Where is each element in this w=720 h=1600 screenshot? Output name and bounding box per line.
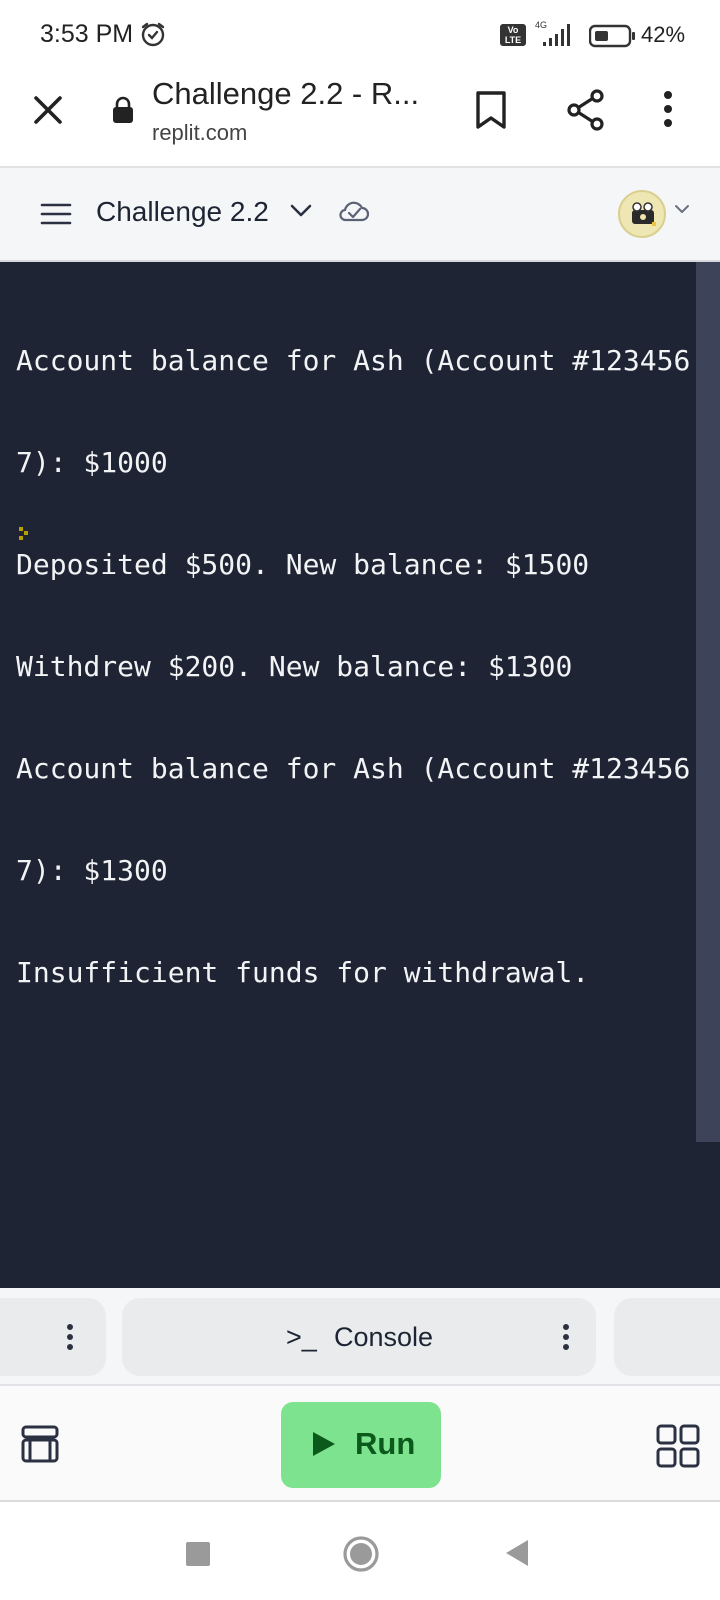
- cloud-check-icon[interactable]: [338, 200, 370, 224]
- tab-console-label: Console: [334, 1322, 434, 1352]
- battery-icon: [589, 24, 635, 48]
- tab-next[interactable]: [614, 1298, 720, 1376]
- prompt-cursor-icon: [19, 527, 28, 540]
- system-nav-bar: [0, 1502, 720, 1600]
- console-line: Insufficient funds for withdrawal.: [16, 956, 590, 989]
- more-vert-icon[interactable]: [66, 1323, 74, 1351]
- bookmark-icon[interactable]: [474, 90, 508, 130]
- menu-icon[interactable]: [40, 202, 72, 226]
- console-line: Deposited $500. New balance: $1500: [16, 548, 590, 581]
- console-line: Account balance for Ash (Account #123456: [16, 752, 691, 785]
- replit-header: Challenge 2.2: [0, 168, 720, 262]
- chevron-down-icon[interactable]: [290, 204, 312, 218]
- tab-console[interactable]: >_ Console: [122, 1298, 596, 1376]
- console-line: Account balance for Ash (Account #123456: [16, 344, 691, 377]
- console-line: Withdrew $200. New balance: $1300: [16, 650, 573, 683]
- console-lines: Account balance for Ash (Account #123456…: [16, 276, 696, 1058]
- project-name[interactable]: Challenge 2.2: [96, 196, 269, 228]
- console-prompt-icon: >_: [286, 1322, 317, 1352]
- bottom-toolbar: Run: [0, 1386, 720, 1502]
- recents-icon[interactable]: [186, 1542, 210, 1566]
- console-line: 7): $1300: [16, 854, 168, 887]
- more-vert-icon[interactable]: [562, 1323, 570, 1351]
- close-icon[interactable]: [30, 92, 66, 128]
- run-label: Run: [355, 1426, 416, 1461]
- avatar-image: [632, 202, 656, 226]
- console-line: 7): $1000: [16, 446, 168, 479]
- share-icon[interactable]: [566, 88, 606, 132]
- layout-stack-icon[interactable]: [20, 1424, 60, 1464]
- browser-bar: Challenge 2.2 - R... replit.com: [0, 70, 720, 168]
- status-bar: 3:53 PM Vo LTE 4G 42%: [0, 0, 720, 70]
- grid-icon[interactable]: [656, 1424, 700, 1468]
- back-icon[interactable]: [504, 1538, 530, 1568]
- more-vert-icon[interactable]: [662, 90, 674, 128]
- play-icon: [313, 1432, 335, 1456]
- lock-icon: [113, 96, 133, 123]
- avatar[interactable]: [618, 190, 666, 238]
- status-time: 3:53 PM: [40, 20, 134, 48]
- console-output[interactable]: Account balance for Ash (Account #123456…: [0, 262, 720, 1288]
- tab-row: >_ Console: [0, 1288, 720, 1386]
- signal-icon: 4G: [535, 20, 570, 46]
- volte-icon: Vo LTE: [500, 24, 526, 46]
- tab-previous[interactable]: [0, 1298, 106, 1376]
- home-icon[interactable]: [342, 1535, 380, 1573]
- alarm-icon: [141, 22, 165, 47]
- battery-percent: 42%: [641, 22, 686, 47]
- svg-text:4G: 4G: [535, 20, 547, 30]
- page-title[interactable]: Challenge 2.2 - R...: [152, 76, 419, 112]
- page-domain[interactable]: replit.com: [152, 120, 247, 146]
- console-scrollbar[interactable]: [696, 262, 720, 1142]
- run-button[interactable]: Run: [281, 1402, 441, 1488]
- chevron-down-icon[interactable]: [674, 204, 690, 214]
